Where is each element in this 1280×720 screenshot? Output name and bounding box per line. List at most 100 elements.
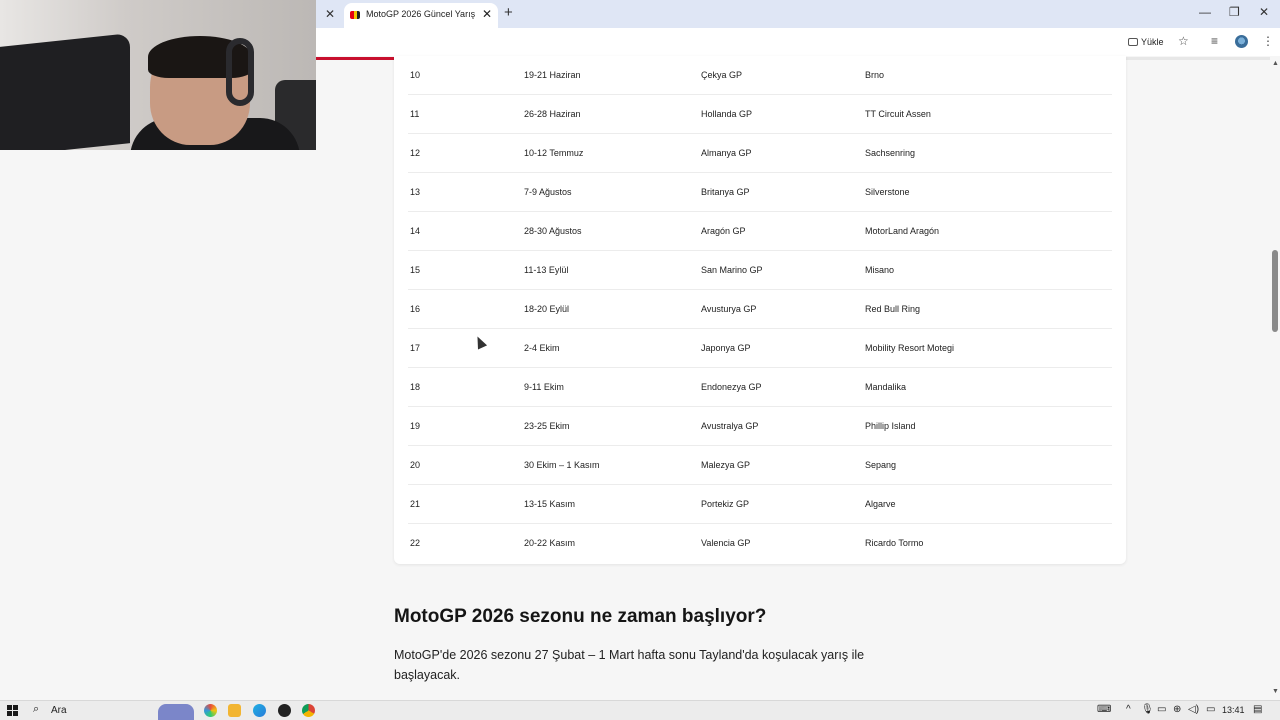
notification-icon[interactable]: ▤ <box>1253 704 1262 715</box>
race-date: 11-13 Eylül <box>524 265 569 275</box>
race-gp: Avusturya GP <box>701 304 757 314</box>
tab-active[interactable]: MotoGP 2026 Güncel Yarış Takvimi ✕ <box>344 3 498 28</box>
race-number: 21 <box>410 499 421 509</box>
motogp-favicon-icon <box>350 11 360 19</box>
new-tab-button[interactable]: + <box>504 4 513 21</box>
race-number: 12 <box>410 148 421 158</box>
battery-icon[interactable]: ▭ <box>1206 704 1215 715</box>
race-date: 18-20 Eylül <box>524 304 570 314</box>
microphone-icon[interactable]: 🎙 <box>1141 704 1154 715</box>
race-gp: Japonya GP <box>701 343 751 353</box>
race-circuit: Mandalika <box>865 382 907 392</box>
race-date: 2-4 Ekim <box>524 343 560 353</box>
table-row: 22 20-22 Kasım Valencia GP Ricardo Tormo <box>408 524 1112 563</box>
race-gp: San Marino GP <box>701 265 763 275</box>
window-close-icon[interactable]: ✕ <box>1259 5 1269 19</box>
race-date: 26-28 Haziran <box>524 109 581 119</box>
table-row: 11 26-28 Haziran Hollanda GP TT Circuit … <box>408 95 1112 134</box>
obs-icon[interactable] <box>278 704 291 717</box>
race-number: 11 <box>410 109 420 119</box>
table-row: 17 2-4 Ekim Japonya GP Mobility Resort M… <box>408 329 1112 368</box>
webcam-monitor <box>0 33 130 150</box>
table-row: 14 28-30 Ağustos Aragón GP MotorLand Ara… <box>408 212 1112 251</box>
race-gp: Avustralya GP <box>701 421 759 431</box>
race-number: 15 <box>410 265 421 275</box>
avatar[interactable] <box>1235 35 1248 48</box>
star-icon[interactable]: ☆ <box>1178 34 1189 48</box>
race-number: 20 <box>410 460 421 470</box>
scroll-up-icon[interactable]: ▲ <box>1272 60 1279 67</box>
table-row: 21 13-15 Kasım Portekiz GP Algarve <box>408 485 1112 524</box>
race-gp: Portekiz GP <box>701 499 750 509</box>
race-date: 23-25 Ekim <box>524 421 570 431</box>
race-circuit: MotorLand Aragón <box>865 226 940 236</box>
copilot-icon[interactable] <box>204 704 217 717</box>
race-date: 30 Ekim – 1 Kasım <box>524 460 600 470</box>
upload-icon <box>1128 38 1138 46</box>
more-menu-icon[interactable]: ⋮ <box>1262 34 1274 48</box>
race-circuit: Sepang <box>865 460 897 470</box>
race-gp: Britanya GP <box>701 187 750 197</box>
edge-icon[interactable] <box>253 704 266 717</box>
section-paragraph: MotoGP'de 2026 sezonu 27 Şubat – 1 Mart … <box>394 648 865 682</box>
scrollbar-thumb[interactable] <box>1272 250 1278 332</box>
network-icon[interactable]: ⊕ <box>1173 704 1181 715</box>
race-gp: Endonezya GP <box>701 382 762 392</box>
race-circuit: Brno <box>865 70 885 80</box>
tab-title: MotoGP 2026 Güncel Yarış Takvimi <box>366 9 476 19</box>
race-date: 19-21 Haziran <box>524 70 581 80</box>
race-calendar-table: 10 19-21 Haziran Çekya GP Brno 11 26-28 … <box>394 56 1126 564</box>
chrome-icon[interactable] <box>302 704 315 717</box>
table-row: 16 18-20 Eylül Avusturya GP Red Bull Rin… <box>408 290 1112 329</box>
race-circuit: Misano <box>865 265 895 275</box>
race-circuit: Algarve <box>865 499 896 509</box>
device-icon[interactable]: ▭ <box>1157 704 1166 715</box>
race-circuit: Phillip Island <box>865 421 916 431</box>
table-row: 12 10-12 Temmuz Almanya GP Sachsenring <box>408 134 1112 173</box>
race-number: 18 <box>410 382 421 392</box>
race-number: 13 <box>410 187 421 197</box>
race-gp: Çekya GP <box>701 70 743 80</box>
volume-icon[interactable]: ◁) <box>1188 704 1199 715</box>
race-circuit: Ricardo Tormo <box>865 538 924 548</box>
windows-start-icon[interactable] <box>7 705 18 716</box>
show-hidden-icons-icon[interactable]: ^ <box>1126 704 1131 715</box>
table-row: 19 23-25 Ekim Avustralya GP Phillip Isla… <box>408 407 1112 446</box>
scrollbar[interactable] <box>1270 56 1280 700</box>
race-circuit: Sachsenring <box>865 148 916 158</box>
search-icon[interactable]: ⌕ <box>33 703 39 716</box>
race-number: 10 <box>410 70 421 80</box>
race-gp: Malezya GP <box>701 460 751 470</box>
restore-icon[interactable]: ❐ <box>1229 5 1240 19</box>
race-number: 22 <box>410 538 421 548</box>
reading-list-icon[interactable]: ≡ <box>1211 34 1218 48</box>
race-circuit: Red Bull Ring <box>865 304 921 314</box>
keyboard-icon[interactable]: ⌨ <box>1097 704 1111 715</box>
race-date: 10-12 Temmuz <box>524 148 584 158</box>
file-explorer-icon[interactable] <box>228 704 241 717</box>
race-gp: Hollanda GP <box>701 109 753 119</box>
table-row: 18 9-11 Ekim Endonezya GP Mandalika <box>408 368 1112 407</box>
race-gp: Almanya GP <box>701 148 752 158</box>
tab-close-icon[interactable]: ✕ <box>482 7 492 21</box>
taskbar-search-label[interactable]: Ara <box>51 705 67 716</box>
race-number: 17 <box>410 343 421 353</box>
upload-button[interactable]: Yükle <box>1124 33 1168 51</box>
race-circuit: TT Circuit Assen <box>865 109 931 119</box>
table-row: 15 11-13 Eylül San Marino GP Misano <box>408 251 1112 290</box>
race-date: 13-15 Kasım <box>524 499 576 509</box>
race-circuit: Mobility Resort Motegi <box>865 343 955 353</box>
headset-icon <box>226 38 254 106</box>
minimize-icon[interactable]: — <box>1199 5 1211 19</box>
taskbar-clock[interactable]: 13:41 <box>1222 705 1245 715</box>
table-row: 10 19-21 Haziran Çekya GP Brno <box>408 56 1112 95</box>
race-date: 28-30 Ağustos <box>524 226 582 236</box>
race-number: 19 <box>410 421 421 431</box>
close-icon[interactable]: ✕ <box>322 6 338 22</box>
widgets-icon[interactable] <box>158 704 194 720</box>
scroll-down-icon[interactable]: ▼ <box>1272 688 1279 695</box>
webcam-overlay <box>0 0 316 150</box>
race-gp: Valencia GP <box>701 538 751 548</box>
race-date: 9-11 Ekim <box>524 382 564 392</box>
table-row: 20 30 Ekim – 1 Kasım Malezya GP Sepang <box>408 446 1112 485</box>
